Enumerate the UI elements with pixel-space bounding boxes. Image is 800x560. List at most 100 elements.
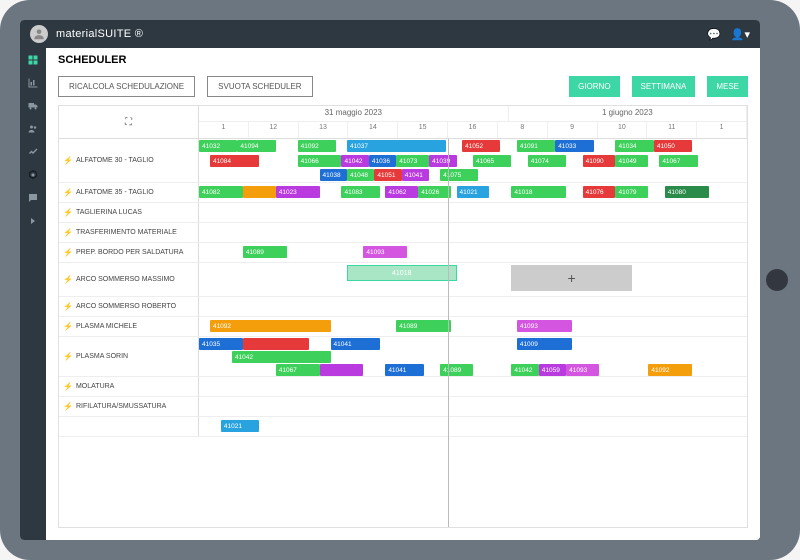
gantt-row: ⚡RIFILATURA/SMUSSATURA <box>59 397 747 417</box>
gantt-row: ⚡ALFATOME 35 - TAGLIO4108241023410834106… <box>59 183 747 203</box>
gantt-bar[interactable]: 41074 <box>528 155 566 167</box>
gantt-bar[interactable]: 41092 <box>648 364 692 376</box>
gantt-bar[interactable]: 41041 <box>402 169 429 181</box>
nav-more-icon[interactable] <box>27 215 39 227</box>
gantt-bar[interactable]: 41076 <box>583 186 616 198</box>
gantt-bar[interactable]: 41092 <box>298 140 336 152</box>
gantt-bar[interactable]: 41083 <box>341 186 379 198</box>
gantt-bar[interactable]: 41052 <box>462 140 500 152</box>
gantt-bar[interactable]: 41018 <box>511 186 566 198</box>
gantt-lane[interactable] <box>199 397 747 416</box>
gantt-bar[interactable]: 41034 <box>615 140 653 152</box>
gantt-bar[interactable] <box>320 364 364 376</box>
resource-label: ⚡ALFATOME 30 - TAGLIO <box>59 139 199 182</box>
gantt-bar[interactable]: 41093 <box>566 364 599 376</box>
gantt-bar[interactable]: 41021 <box>221 420 259 432</box>
gantt-bar[interactable]: 41042 <box>232 351 331 363</box>
gantt-bar[interactable]: 41050 <box>654 140 692 152</box>
gantt-bar[interactable]: 41089 <box>440 364 473 376</box>
gantt-bar[interactable]: 41033 <box>555 140 593 152</box>
gantt-bar[interactable]: 41036 <box>369 155 396 167</box>
resource-label: ⚡PREP. BORDO PER SALDATURA <box>59 243 199 262</box>
gantt-bar[interactable]: 41039 <box>429 155 456 167</box>
gantt-row: ⚡TAGLIERINA LUCAS <box>59 203 747 223</box>
gantt-bar[interactable]: 41079 <box>615 186 648 198</box>
gantt-bar-ghost[interactable]: 41018 <box>347 265 457 281</box>
gantt-bar[interactable]: 41090 <box>583 155 616 167</box>
gantt-bar[interactable]: 41066 <box>298 155 342 167</box>
gantt-bar[interactable]: 41065 <box>473 155 511 167</box>
hour-cell: 14 <box>348 122 398 138</box>
gantt-bar[interactable]: 41080 <box>665 186 709 198</box>
nav-chart-icon[interactable] <box>27 77 39 89</box>
gantt-bar[interactable]: 41073 <box>396 155 429 167</box>
gantt-bar[interactable]: 41042 <box>341 155 368 167</box>
gantt-lane[interactable]: 41089 41093 <box>199 243 747 262</box>
avatar[interactable] <box>30 25 48 43</box>
expand-icon[interactable]: ⛶ <box>125 117 132 128</box>
gantt-bar[interactable]: 41082 <box>199 186 243 198</box>
user-menu-icon[interactable]: 👤▾ <box>731 28 750 41</box>
hour-cell: 12 <box>249 122 299 138</box>
gantt-bar[interactable]: 41062 <box>385 186 418 198</box>
chat-icon[interactable]: 💬 <box>707 28 721 41</box>
gantt-bar[interactable]: 41021 <box>457 186 490 198</box>
gantt-lane[interactable]: 41021 <box>199 417 747 436</box>
gantt-bar[interactable]: 41048 <box>347 169 374 181</box>
nav-tools-icon[interactable] <box>27 146 39 158</box>
gantt-bar[interactable]: 41023 <box>276 186 320 198</box>
recalc-button[interactable]: RICALCOLA SCHEDULAZIONE <box>58 76 195 97</box>
nav-users-icon[interactable] <box>27 123 39 135</box>
resource-label: ⚡MOLATURA <box>59 377 199 396</box>
view-month-button[interactable]: MESE <box>707 76 748 97</box>
gantt-bar[interactable]: 41089 <box>396 320 451 332</box>
gantt-bar[interactable]: 41032 <box>199 140 237 152</box>
nav-chat-icon[interactable] <box>27 192 39 204</box>
gantt-lane[interactable] <box>199 223 747 242</box>
gantt-lane[interactable] <box>199 377 747 396</box>
gantt-bar[interactable]: 41049 <box>615 155 648 167</box>
gantt-bar[interactable]: 41037 <box>347 140 446 152</box>
nav-settings-icon[interactable] <box>27 169 39 181</box>
gantt-bar[interactable]: 41092 <box>210 320 331 332</box>
nav-dashboard-icon[interactable] <box>27 54 39 66</box>
gantt-bar[interactable]: 41084 <box>210 155 259 167</box>
hour-cell: 16 <box>448 122 498 138</box>
gantt-bar[interactable]: 41038 <box>320 169 347 181</box>
gantt-bar[interactable]: 41067 <box>659 155 697 167</box>
gantt-bar[interactable]: 41009 <box>517 338 572 350</box>
gantt-drop-placeholder[interactable]: + <box>511 265 632 291</box>
gantt-bar[interactable]: 41059 <box>539 364 566 376</box>
bolt-icon: ⚡ <box>63 322 73 331</box>
gantt-lane[interactable] <box>199 203 747 222</box>
gantt-bar[interactable]: 41026 <box>418 186 451 198</box>
gantt-bar[interactable]: 41075 <box>440 169 478 181</box>
gantt-bar[interactable]: 41041 <box>331 338 380 350</box>
sidebar <box>20 48 46 540</box>
gantt-lane[interactable]: 41018 + <box>199 263 747 296</box>
gantt-bar[interactable]: 41051 <box>374 169 401 181</box>
view-week-button[interactable]: SETTIMANA <box>632 76 696 97</box>
gantt-bar[interactable]: 41094 <box>237 140 275 152</box>
gantt-bar[interactable]: 41089 <box>243 246 287 258</box>
gantt-row: ⚡ARCO SOMMERSO ROBERTO <box>59 297 747 317</box>
gantt-chart: ⛶ 31 maggio 2023 1 giugno 2023 112131415… <box>58 105 748 528</box>
gantt-bar[interactable] <box>243 186 276 198</box>
gantt-bar[interactable]: 41042 <box>511 364 538 376</box>
gantt-lane[interactable]: 4103241094 41092 41037 41052 4109141033 41034… <box>199 139 747 182</box>
empty-button[interactable]: SVUOTA SCHEDULER <box>207 76 312 97</box>
gantt-lane[interactable]: 41092 41089 41093 <box>199 317 747 336</box>
gantt-lane[interactable]: 4103541041410094104241067410414108941042… <box>199 337 747 376</box>
gantt-bar[interactable] <box>243 338 309 350</box>
nav-truck-icon[interactable] <box>27 100 39 112</box>
resource-label: ⚡PLASMA MICHELE <box>59 317 199 336</box>
gantt-lane[interactable]: 41082 41023 41083 4106241026 41021 41018 41076… <box>199 183 747 202</box>
gantt-bar[interactable]: 41091 <box>517 140 555 152</box>
gantt-bar[interactable]: 41093 <box>363 246 407 258</box>
gantt-bar[interactable]: 41067 <box>276 364 320 376</box>
gantt-lane[interactable] <box>199 297 747 316</box>
gantt-bar[interactable]: 41093 <box>517 320 572 332</box>
view-day-button[interactable]: GIORNO <box>569 76 619 97</box>
gantt-bar[interactable]: 41035 <box>199 338 243 350</box>
gantt-bar[interactable]: 41041 <box>385 364 423 376</box>
